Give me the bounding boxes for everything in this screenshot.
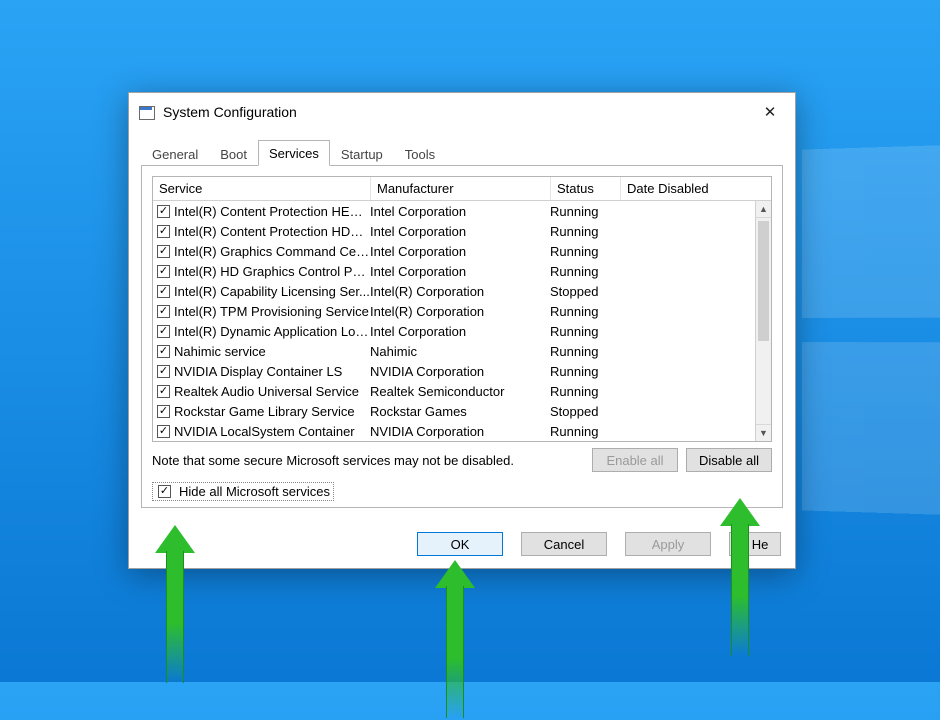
service-name: Intel(R) Dynamic Application Loa...	[174, 324, 370, 339]
disable-all-button[interactable]: Disable all	[686, 448, 772, 472]
services-panel: Service Manufacturer Status Date Disable…	[141, 166, 783, 508]
service-status: Stopped	[550, 404, 620, 419]
annotation-arrow	[435, 560, 475, 720]
titlebar: System Configuration ✕	[129, 93, 795, 131]
service-row[interactable]: ✓ Intel(R) TPM Provisioning ServiceIntel(…	[153, 301, 755, 321]
service-row[interactable]: ✓ Nahimic serviceNahimicRunning	[153, 341, 755, 361]
service-status: Running	[550, 204, 620, 219]
service-status: Running	[550, 364, 620, 379]
service-name: NVIDIA LocalSystem Container	[174, 424, 370, 439]
service-status: Running	[550, 384, 620, 399]
service-status: Running	[550, 424, 620, 439]
checkbox-icon[interactable]: ✓	[157, 425, 170, 438]
service-manufacturer: Intel Corporation	[370, 244, 550, 259]
service-manufacturer: Intel(R) Corporation	[370, 304, 550, 319]
service-row[interactable]: ✓ NVIDIA LocalSystem ContainerNVIDIA Corp…	[153, 421, 755, 441]
service-manufacturer: Rockstar Games	[370, 404, 550, 419]
service-status: Running	[550, 344, 620, 359]
checkbox-icon[interactable]: ✓	[157, 285, 170, 298]
window-title: System Configuration	[163, 104, 297, 120]
column-headers: Service Manufacturer Status Date Disable…	[153, 177, 771, 201]
service-row[interactable]: ✓ Intel(R) Dynamic Application Loa...Inte…	[153, 321, 755, 341]
service-manufacturer: Intel Corporation	[370, 224, 550, 239]
checkbox-icon[interactable]: ✓	[157, 325, 170, 338]
scroll-up-button[interactable]: ▲	[756, 201, 771, 218]
checkbox-icon[interactable]: ✓	[157, 305, 170, 318]
close-icon: ✕	[764, 103, 777, 121]
tab-general[interactable]: General	[141, 141, 209, 166]
service-row[interactable]: ✓ Realtek Audio Universal ServiceRealtek …	[153, 381, 755, 401]
hide-microsoft-services-checkbox[interactable]: ✓ Hide all Microsoft services	[152, 482, 334, 501]
tab-boot[interactable]: Boot	[209, 141, 258, 166]
checkbox-icon[interactable]: ✓	[157, 385, 170, 398]
service-manufacturer: NVIDIA Corporation	[370, 424, 550, 439]
service-name: Nahimic service	[174, 344, 370, 359]
close-button[interactable]: ✕	[747, 97, 793, 127]
note-text: Note that some secure Microsoft services…	[152, 453, 584, 468]
enable-all-button[interactable]: Enable all	[592, 448, 678, 472]
checkbox-icon[interactable]: ✓	[157, 405, 170, 418]
scroll-thumb[interactable]	[758, 221, 769, 341]
service-name: Intel(R) Content Protection HECI...	[174, 204, 370, 219]
service-status: Running	[550, 244, 620, 259]
service-status: Running	[550, 324, 620, 339]
checkbox-icon[interactable]: ✓	[157, 225, 170, 238]
checkbox-icon[interactable]: ✓	[157, 265, 170, 278]
service-manufacturer: Intel Corporation	[370, 324, 550, 339]
service-name: Intel(R) Content Protection HDC...	[174, 224, 370, 239]
cancel-button[interactable]: Cancel	[521, 532, 607, 556]
annotation-arrow	[155, 525, 195, 685]
service-name: Rockstar Game Library Service	[174, 404, 370, 419]
services-list: Service Manufacturer Status Date Disable…	[152, 176, 772, 442]
column-status[interactable]: Status	[551, 177, 621, 200]
service-row[interactable]: ✓ Intel(R) Graphics Command Cen...Intel C…	[153, 241, 755, 261]
service-row[interactable]: ✓ Intel(R) HD Graphics Control Pa...Intel…	[153, 261, 755, 281]
service-name: NVIDIA Display Container LS	[174, 364, 370, 379]
service-row[interactable]: ✓ Intel(R) Content Protection HECI...Inte…	[153, 201, 755, 221]
tab-startup[interactable]: Startup	[330, 141, 394, 166]
service-status: Running	[550, 304, 620, 319]
column-date-disabled[interactable]: Date Disabled	[621, 177, 771, 200]
service-status: Stopped	[550, 284, 620, 299]
service-manufacturer: Nahimic	[370, 344, 550, 359]
app-icon	[139, 104, 155, 120]
column-service[interactable]: Service	[153, 177, 371, 200]
service-row[interactable]: ✓ Intel(R) Content Protection HDC...Intel…	[153, 221, 755, 241]
column-manufacturer[interactable]: Manufacturer	[371, 177, 551, 200]
checkbox-icon[interactable]: ✓	[157, 365, 170, 378]
checkbox-icon[interactable]: ✓	[157, 245, 170, 258]
service-name: Intel(R) Capability Licensing Ser...	[174, 284, 370, 299]
service-manufacturer: Intel Corporation	[370, 204, 550, 219]
service-row[interactable]: ✓ NVIDIA Display Container LSNVIDIA Corpo…	[153, 361, 755, 381]
service-name: Intel(R) Graphics Command Cen...	[174, 244, 370, 259]
service-manufacturer: Intel(R) Corporation	[370, 284, 550, 299]
annotation-arrow	[720, 498, 760, 658]
service-row[interactable]: ✓ Intel(R) Capability Licensing Ser...Int…	[153, 281, 755, 301]
scroll-down-button[interactable]: ▼	[756, 424, 771, 441]
service-name: Intel(R) HD Graphics Control Pa...	[174, 264, 370, 279]
service-name: Realtek Audio Universal Service	[174, 384, 370, 399]
service-status: Running	[550, 224, 620, 239]
service-name: Intel(R) TPM Provisioning Service	[174, 304, 370, 319]
checkbox-icon: ✓	[158, 485, 171, 498]
service-manufacturer: Realtek Semiconductor	[370, 384, 550, 399]
apply-button[interactable]: Apply	[625, 532, 711, 556]
tab-strip: General Boot Services Startup Tools	[141, 139, 783, 166]
hide-microsoft-label: Hide all Microsoft services	[179, 484, 330, 499]
service-status: Running	[550, 264, 620, 279]
tab-tools[interactable]: Tools	[394, 141, 446, 166]
system-configuration-dialog: System Configuration ✕ General Boot Serv…	[128, 92, 796, 569]
checkbox-icon[interactable]: ✓	[157, 205, 170, 218]
checkbox-icon[interactable]: ✓	[157, 345, 170, 358]
ok-button[interactable]: OK	[417, 532, 503, 556]
service-manufacturer: Intel Corporation	[370, 264, 550, 279]
tab-services[interactable]: Services	[258, 140, 330, 166]
vertical-scrollbar[interactable]: ▲ ▼	[755, 201, 771, 441]
service-manufacturer: NVIDIA Corporation	[370, 364, 550, 379]
service-row[interactable]: ✓ Rockstar Game Library ServiceRockstar G…	[153, 401, 755, 421]
